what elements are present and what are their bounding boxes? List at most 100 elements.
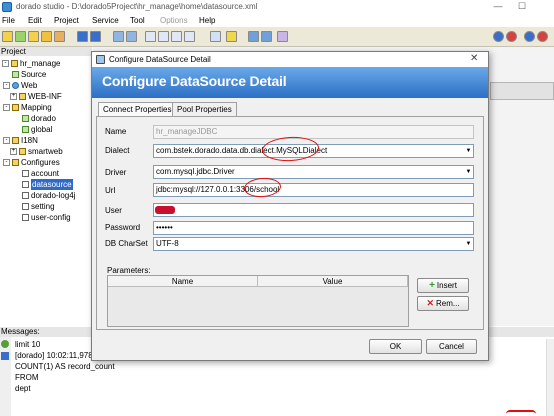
- menu-service[interactable]: Service: [92, 15, 119, 26]
- collapse-icon[interactable]: -: [3, 159, 10, 166]
- tree-item-mapping[interactable]: - Mapping: [3, 102, 52, 113]
- dialog-title: Configure DataSource Detail: [109, 55, 211, 64]
- file-icon: [22, 170, 29, 177]
- copy-messages-icon[interactable]: [1, 352, 9, 360]
- folder-icon: [12, 104, 19, 111]
- tree-item-smartweb[interactable]: + smartweb: [10, 146, 63, 157]
- editor-tab-strip: [490, 82, 554, 100]
- driver-select[interactable]: com.mysql.jdbc.Driver ▼: [153, 165, 474, 179]
- tree-item-configures[interactable]: - Configures: [3, 157, 60, 168]
- info-icon[interactable]: [493, 31, 504, 42]
- maximize-button[interactable]: ☐: [512, 0, 532, 14]
- tree-item-global[interactable]: global: [22, 124, 52, 135]
- tree-item-source[interactable]: Source: [12, 69, 46, 80]
- user-field[interactable]: [153, 203, 474, 217]
- expand-icon[interactable]: +: [10, 93, 17, 100]
- cancel-button[interactable]: Cancel: [426, 339, 477, 354]
- user-label: User: [105, 206, 122, 215]
- tree-item-user-config[interactable]: user-config: [22, 212, 71, 223]
- window-title: dorado studio - D:\dorado5Project\hr_man…: [16, 2, 258, 11]
- undo-icon[interactable]: [113, 31, 124, 42]
- cut-icon[interactable]: [158, 31, 169, 42]
- tree-item-hr-manage[interactable]: - hr_manage: [2, 58, 60, 69]
- dialog-heading: Configure DataSource Detail: [102, 73, 287, 89]
- tab-connect-properties[interactable]: Connect Properties: [98, 102, 177, 116]
- dialog-window-icon: [96, 55, 105, 64]
- insert-button[interactable]: + Insert: [417, 278, 469, 293]
- save-icon[interactable]: [77, 31, 88, 42]
- minimize-button[interactable]: —: [488, 0, 508, 14]
- delete-icon[interactable]: [184, 31, 195, 42]
- tree-item-datasource[interactable]: datasource: [22, 179, 73, 190]
- menu-project[interactable]: Project: [54, 15, 79, 26]
- tree-item-web[interactable]: - Web: [3, 80, 37, 91]
- new-project-icon[interactable]: [15, 31, 26, 42]
- tree-item-account[interactable]: account: [22, 168, 59, 179]
- web-icon: [12, 82, 19, 89]
- run-icon[interactable]: [226, 31, 237, 42]
- tree-item-label: WEB-INF: [28, 92, 62, 101]
- open-folder-icon[interactable]: [41, 31, 52, 42]
- save-all-icon[interactable]: [90, 31, 101, 42]
- exit-icon[interactable]: [537, 31, 548, 42]
- expand-icon[interactable]: +: [10, 148, 17, 155]
- annotation-stroke: [506, 410, 536, 416]
- tree-item-label: Mapping: [21, 103, 52, 112]
- copy-icon[interactable]: [145, 31, 156, 42]
- collapse-icon[interactable]: -: [2, 60, 9, 67]
- ok-button[interactable]: OK: [369, 339, 422, 354]
- column-header-name[interactable]: Name: [108, 276, 258, 287]
- new-icon[interactable]: [2, 31, 13, 42]
- collapse-icon[interactable]: -: [3, 104, 10, 111]
- tree-item-label: Web: [21, 81, 38, 90]
- dialog-close-button[interactable]: ✕: [470, 53, 478, 64]
- open-icon[interactable]: [28, 31, 39, 42]
- app-icon: [2, 2, 12, 12]
- charset-dropdown-icon[interactable]: ▼: [464, 238, 473, 250]
- collapse-icon[interactable]: -: [3, 137, 10, 144]
- file-icon: [22, 192, 29, 199]
- column-header-value[interactable]: Value: [258, 276, 408, 287]
- properties-icon[interactable]: [210, 31, 221, 42]
- menu-options[interactable]: Options: [160, 15, 188, 26]
- file-icon: [22, 181, 29, 188]
- tree-item-dorado[interactable]: dorado: [22, 113, 56, 124]
- message-line: limit 10: [15, 340, 41, 349]
- menu-file[interactable]: File: [2, 15, 15, 26]
- collapse-icon[interactable]: -: [3, 82, 10, 89]
- menu-tool[interactable]: Tool: [130, 15, 145, 26]
- tree-item-label: datasource: [31, 179, 73, 190]
- charset-select[interactable]: UTF-8 ▼: [153, 237, 474, 251]
- paste-icon[interactable]: [171, 31, 182, 42]
- driver-dropdown-icon[interactable]: ▼: [464, 166, 473, 178]
- clear-messages-icon[interactable]: [1, 340, 9, 348]
- message-line: [dorado] 10:02:11,978 D: [15, 351, 101, 360]
- menu-help[interactable]: Help: [199, 15, 215, 26]
- project-icon: [11, 60, 18, 67]
- tree-item-i18n[interactable]: - I18N: [3, 135, 38, 146]
- tree-item-web-inf[interactable]: + WEB-INF: [10, 91, 62, 102]
- tree-item-label: hr_manage: [20, 59, 61, 68]
- tree-item-dorado-log4j[interactable]: dorado-log4j: [22, 190, 75, 201]
- message-line: COUNT(1) AS record_count: [15, 362, 115, 371]
- database-icon[interactable]: [277, 31, 288, 42]
- remove-button[interactable]: ✕ Rem...: [417, 296, 469, 311]
- messages-scrollbar[interactable]: [546, 339, 554, 416]
- server-icon[interactable]: [261, 31, 272, 42]
- help-icon[interactable]: [524, 31, 535, 42]
- deploy-icon[interactable]: [248, 31, 259, 42]
- dialect-dropdown-icon[interactable]: ▼: [464, 145, 473, 157]
- package-icon: [12, 71, 19, 78]
- tab-pool-properties[interactable]: Pool Properties: [172, 102, 237, 116]
- redo-icon[interactable]: [126, 31, 137, 42]
- close-file-icon[interactable]: [54, 31, 65, 42]
- url-field[interactable]: jdbc:mysql://127.0.0.1:3306/school: [153, 183, 474, 197]
- tree-item-label: Source: [21, 70, 47, 79]
- messages-gutter: [0, 337, 11, 416]
- stop-icon[interactable]: [506, 31, 517, 42]
- menu-edit[interactable]: Edit: [28, 15, 42, 26]
- tree-item-label: global: [31, 125, 53, 134]
- tree-item-label: Configures: [21, 158, 60, 167]
- password-field[interactable]: ••••••: [153, 221, 474, 235]
- tree-item-setting[interactable]: setting: [22, 201, 55, 212]
